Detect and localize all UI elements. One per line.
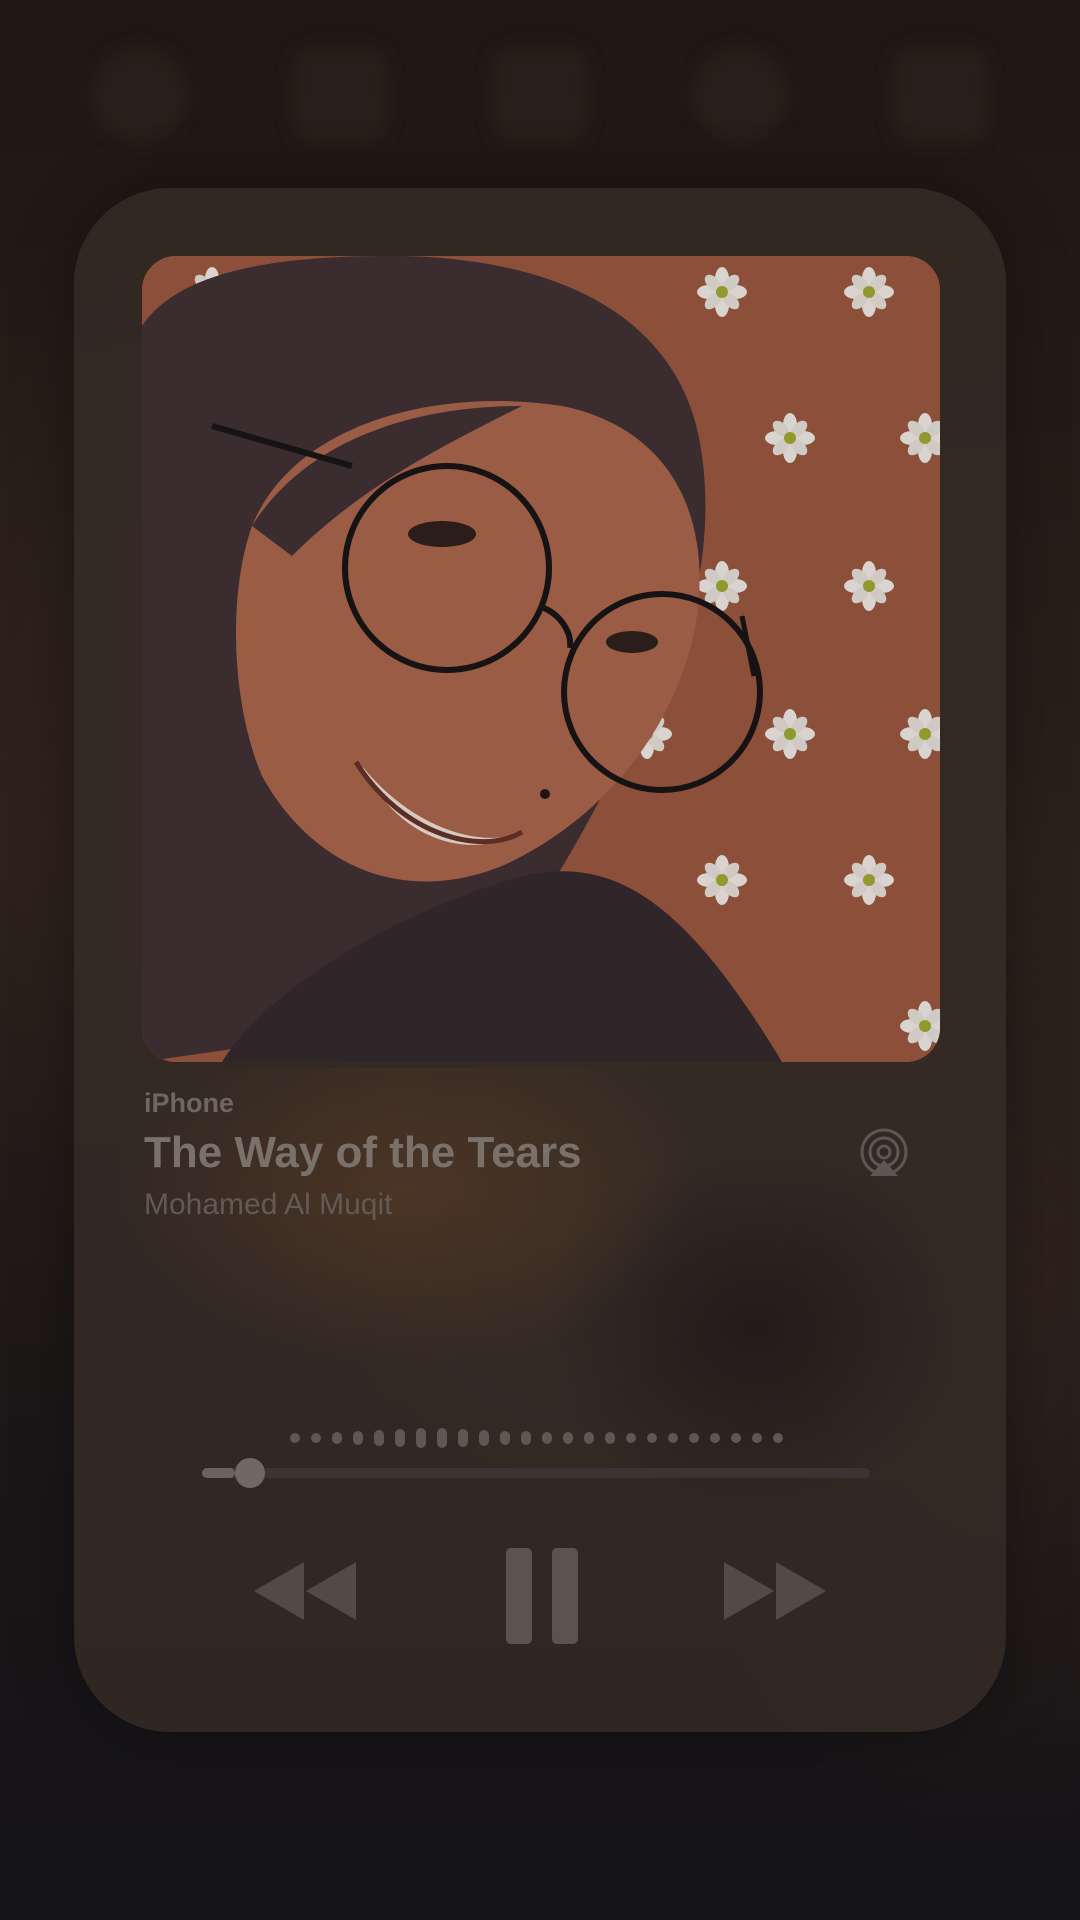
fast-forward-icon — [724, 1562, 826, 1620]
artwork-image — [142, 256, 940, 1062]
pause-button[interactable] — [506, 1548, 578, 1644]
playback-progress-bar[interactable] — [202, 1458, 870, 1488]
output-device-label: iPhone — [144, 1088, 235, 1118]
album-artwork[interactable] — [142, 256, 940, 1062]
blurred-control — [292, 47, 388, 143]
artist-name: Mohamed Al Muqit — [144, 1188, 393, 1221]
blurred-control — [92, 47, 188, 143]
blurred-control — [692, 47, 788, 143]
rewind-button[interactable] — [252, 1560, 358, 1622]
playback-controls — [74, 1548, 1006, 1658]
now-playing-card: iPhone The Way of the Tears Mohamed Al M… — [74, 188, 1006, 1732]
progress-fill — [202, 1468, 236, 1478]
rewind-icon — [254, 1562, 356, 1620]
blurred-control — [492, 47, 588, 143]
blurred-control — [892, 47, 988, 143]
song-title: The Way of the Tears — [144, 1128, 582, 1177]
airplay-source-icon[interactable] — [856, 1126, 912, 1182]
pause-icon — [506, 1548, 578, 1644]
blurred-top-controls — [0, 0, 1080, 190]
fast-forward-button[interactable] — [722, 1560, 828, 1622]
audio-waveform — [290, 1426, 783, 1450]
